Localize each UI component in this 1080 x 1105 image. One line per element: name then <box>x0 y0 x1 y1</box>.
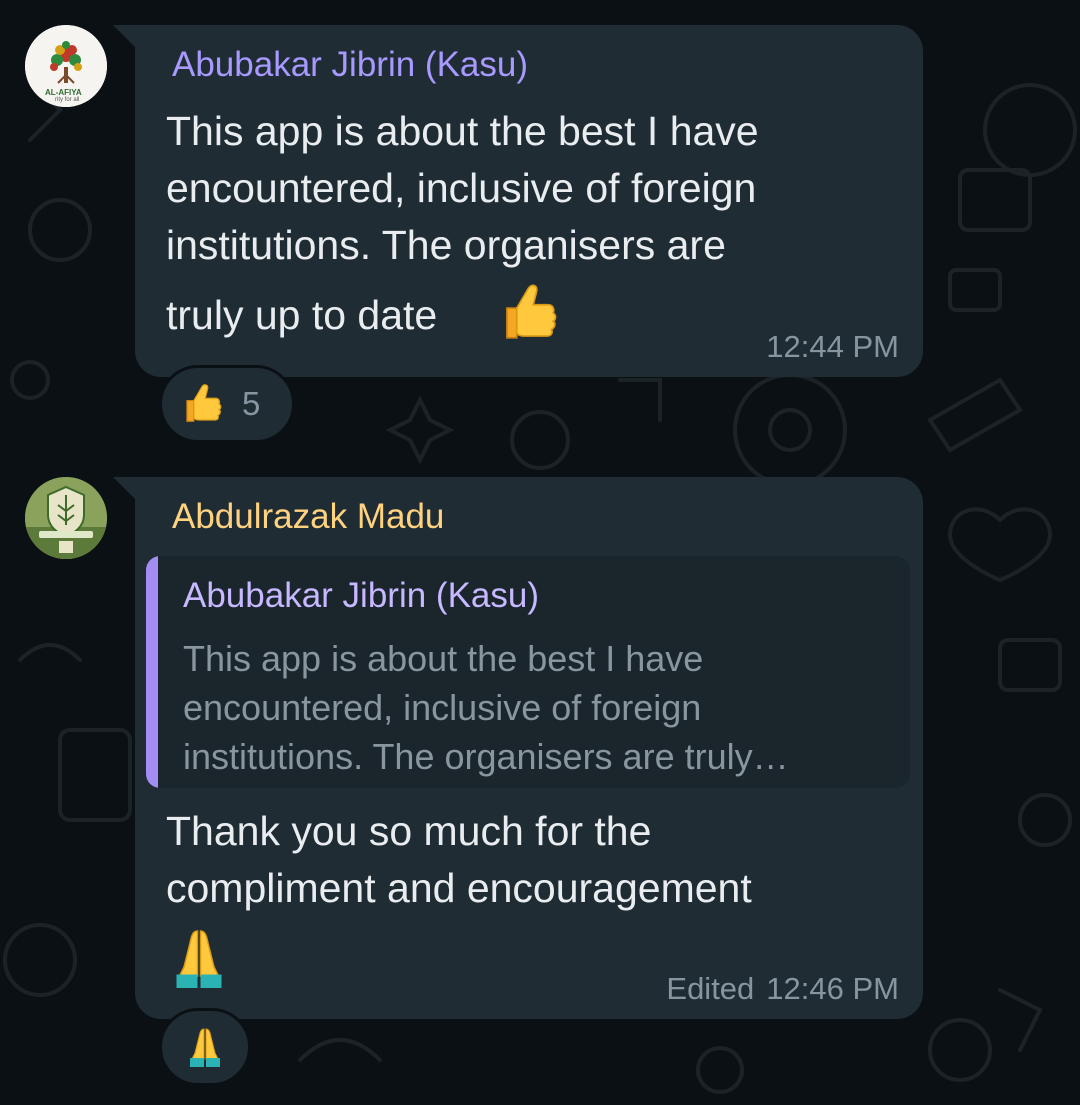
quote-bar <box>146 556 158 788</box>
thumbs-up-icon <box>497 280 563 346</box>
folded-hands-icon <box>168 925 230 991</box>
sender-name[interactable]: Abdulrazak Madu <box>172 497 444 537</box>
message-line: This app is about the best I have <box>166 108 759 154</box>
message-time: 12:46 PM <box>766 971 899 1006</box>
reaction-pill[interactable]: 5 <box>159 365 295 443</box>
sender-avatar[interactable]: AL-AFIYA rity for all <box>25 25 107 107</box>
message-bubble[interactable]: Abdulrazak Madu Abubakar Jibrin (Kasu) T… <box>113 477 923 1019</box>
message-timestamp: 12:44 PM <box>766 329 899 364</box>
folded-hands-icon <box>185 1025 225 1069</box>
thumbs-up-icon <box>180 381 226 427</box>
edited-label: Edited <box>666 971 755 1006</box>
message-bubble[interactable]: Abubakar Jibrin (Kasu) This app is about… <box>113 25 923 377</box>
university-crest-logo-icon <box>25 477 107 559</box>
avatar-label: AL-AFIYA <box>45 88 82 97</box>
message-line: Thank you so much for the <box>166 808 652 854</box>
quoted-message[interactable]: Abubakar Jibrin (Kasu) This app is about… <box>146 556 910 788</box>
message-line: compliment and encouragement <box>166 865 752 911</box>
message-line: truly up to date <box>166 292 438 338</box>
message-timestamp: Edited 12:46 PM <box>666 971 899 1007</box>
reaction-pill[interactable] <box>159 1008 251 1086</box>
bubble-tail <box>113 25 137 49</box>
quoted-sender: Abubakar Jibrin (Kasu) <box>183 576 539 615</box>
message-line: encountered, inclusive of foreign <box>166 165 757 211</box>
sender-name[interactable]: Abubakar Jibrin (Kasu) <box>172 45 528 85</box>
avatar-tagline: rity for all <box>55 97 80 103</box>
sender-avatar[interactable] <box>25 477 107 559</box>
bubble-tail <box>113 477 137 501</box>
message-line: institutions. The organisers are <box>166 222 726 268</box>
quoted-text: This app is about the best I have encoun… <box>183 638 789 777</box>
reaction-count: 5 <box>242 385 261 422</box>
